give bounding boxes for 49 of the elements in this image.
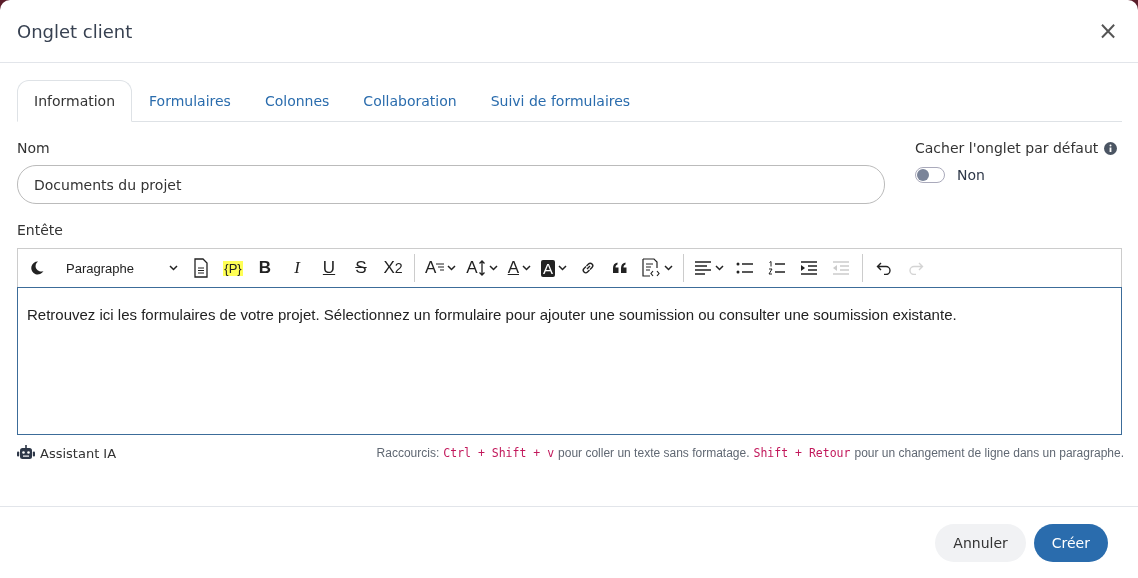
hint-text: Raccourcis: — [376, 446, 440, 460]
align-left-icon — [694, 261, 713, 275]
quote-icon — [612, 261, 629, 275]
tab[interactable]: Suivi de formulaires — [473, 80, 648, 122]
shortcut-keys: Ctrl + Shift + v — [443, 446, 555, 460]
assistant-button[interactable]: Assistant IA — [17, 445, 117, 461]
tab[interactable]: Colonnes — [247, 80, 347, 122]
close-button[interactable]: × — [1093, 17, 1122, 45]
code-document-icon — [641, 258, 662, 278]
tab[interactable]: Collaboration — [346, 80, 474, 122]
paragraph: Retrouvez ici les formulaires de votre projet. Sélectionnez un formulaire pour ajouter une soumission ou consulter une soumission existante. — [27, 306, 957, 323]
block-format-dropdown[interactable]: Paragraphe — [54, 253, 184, 283]
name-field[interactable]: Documents du projet — [17, 165, 885, 204]
moon-icon — [29, 260, 45, 276]
italic-button[interactable]: I — [282, 253, 312, 283]
dialog-title: Onglet client — [17, 20, 133, 42]
tab[interactable]: Formulaires — [132, 80, 248, 122]
hint-text: pour coller un texte sans formatage. — [558, 446, 750, 460]
bulleted-list-icon — [736, 261, 755, 275]
font-size-button[interactable]: A — [421, 253, 461, 283]
text-color-button[interactable]: A — [503, 253, 536, 283]
toggle-switch[interactable] — [915, 167, 945, 183]
placeholder-button[interactable]: {P} — [218, 253, 248, 283]
shortcut-keys: Shift + Retour — [753, 446, 851, 460]
editor-content[interactable]: Retrouvez ici les formulaires de votre projet. Sélectionnez un formulaire pour ajouter une soumission ou consulter une soumission existante. — [17, 287, 1122, 435]
outdent-icon — [832, 261, 851, 275]
field-label: Cacher l'onglet par défaut — [915, 140, 1099, 156]
undo-icon — [876, 261, 893, 275]
hint-text: pour un changement de ligne dans un paragraphe. — [854, 446, 1124, 460]
bold-button[interactable]: B — [250, 253, 280, 283]
link-icon — [580, 260, 597, 276]
field-label: Entête — [17, 222, 64, 238]
strike-button[interactable]: S — [346, 253, 376, 283]
cancel-button[interactable]: Annuler — [935, 523, 1026, 562]
create-button[interactable]: Créer — [1033, 523, 1108, 562]
redo-icon — [908, 261, 925, 275]
robot-icon — [17, 445, 35, 461]
field-label: Nom — [17, 140, 51, 156]
underline-button[interactable]: U — [314, 253, 344, 283]
bg-color-button[interactable]: A — [537, 253, 572, 283]
line-height-button[interactable]: A — [462, 253, 502, 283]
lines-icon — [436, 263, 445, 273]
indent-icon — [800, 261, 819, 275]
tab[interactable]: Information — [17, 80, 133, 122]
vertical-arrow-icon — [477, 260, 486, 276]
toggle-label: Non — [957, 167, 985, 183]
info-icon — [1104, 141, 1118, 155]
document-icon — [193, 258, 209, 278]
numbered-list-icon — [768, 261, 787, 275]
